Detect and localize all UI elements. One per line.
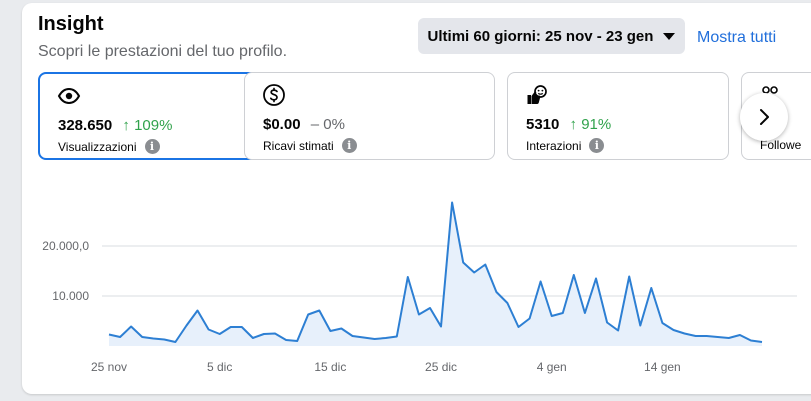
chart-x-ticks: 25 nov 5 dic 15 dic 25 dic 4 gen 14 gen (91, 360, 681, 374)
chart-y-ticks: 10.000 20.000,0 (42, 239, 89, 303)
y-tick-label: 20.000,0 (42, 239, 89, 253)
x-tick-label: 4 gen (537, 360, 567, 374)
insight-card: Insight Scopri le prestazioni del tuo pr… (22, 3, 811, 394)
x-tick-label: 25 dic (425, 360, 457, 374)
y-tick-label: 10.000 (52, 289, 89, 303)
x-tick-label: 25 nov (91, 360, 127, 374)
x-tick-label: 14 gen (644, 360, 681, 374)
x-tick-label: 5 dic (207, 360, 232, 374)
views-chart: 10.000 20.000,0 25 nov 5 dic 15 dic 25 dic 4 … (42, 201, 797, 374)
x-tick-label: 15 dic (314, 360, 346, 374)
